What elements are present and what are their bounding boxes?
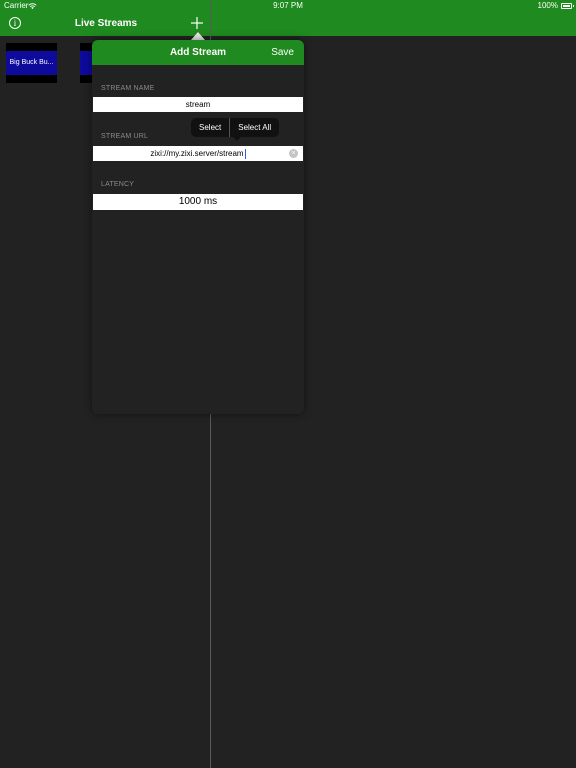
- stream-url-label: STREAM URL: [101, 133, 149, 140]
- text-cursor: [244, 148, 246, 159]
- stream-thumbnail[interactable]: Big Buck Bu...: [6, 43, 57, 83]
- stream-name-field[interactable]: stream: [93, 97, 303, 112]
- stream-name-label: STREAM NAME: [101, 85, 155, 92]
- battery-percent: 100%: [537, 1, 558, 10]
- master-nav: i Live Streams: [0, 12, 211, 36]
- latency-value: 1000 ms: [178, 196, 218, 207]
- latency-field[interactable]: 1000 ms: [93, 194, 303, 210]
- stream-url-value: zixi://my.zixi.server/stream: [150, 149, 244, 158]
- info-icon[interactable]: i: [9, 17, 21, 29]
- clear-icon[interactable]: ×: [289, 149, 298, 158]
- stream-label: Big Buck Bu...: [9, 59, 54, 66]
- stream-url-field[interactable]: zixi://my.zixi.server/stream ×: [93, 146, 303, 161]
- nav-bar: i Live Streams: [0, 12, 576, 36]
- select-menu-item[interactable]: Select: [191, 118, 229, 137]
- popover-header: Add Stream Save: [92, 40, 304, 65]
- battery-icon: [561, 3, 574, 9]
- select-all-menu-item[interactable]: Select All: [230, 118, 279, 137]
- edit-menu: Select Select All: [191, 118, 280, 137]
- edit-menu-arrow: [233, 137, 241, 141]
- latency-label: LATENCY: [101, 181, 135, 188]
- page-title: Live Streams: [74, 18, 138, 29]
- plus-icon[interactable]: [190, 16, 204, 30]
- stream-name-value: stream: [185, 100, 211, 109]
- save-button[interactable]: Save: [271, 40, 294, 65]
- add-stream-popover: Add Stream Save STREAM NAME stream STREA…: [92, 40, 304, 414]
- status-time: 9:07 PM: [273, 1, 303, 10]
- popover-arrow: [191, 32, 205, 40]
- status-bar: Carrier 9:07 PM 100%: [0, 0, 576, 12]
